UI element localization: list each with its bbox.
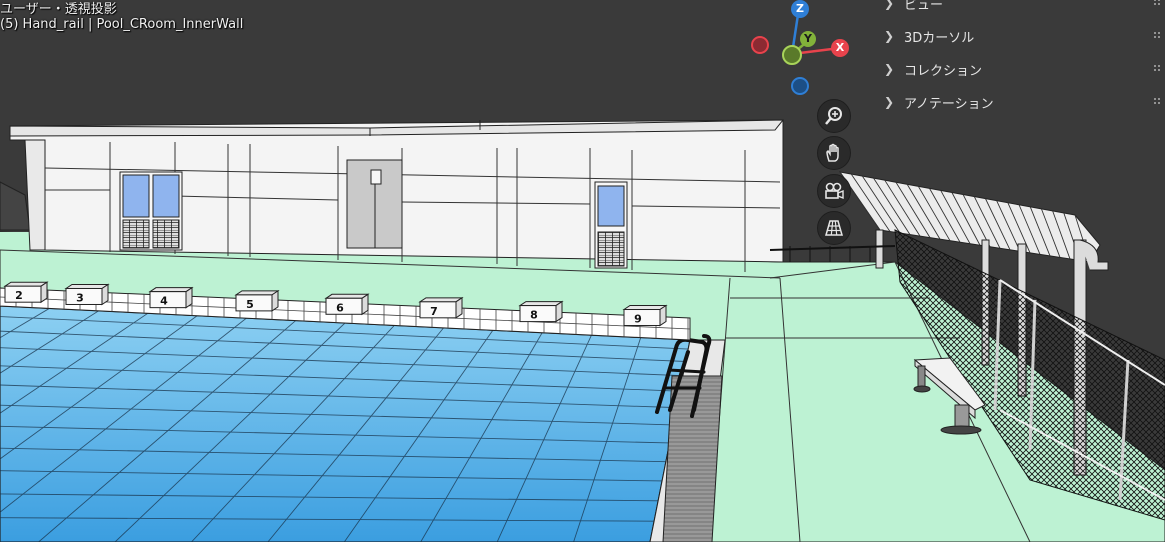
starting-block-number: 9 — [634, 313, 642, 326]
panel-collection[interactable]: ❯ コレクション — [874, 55, 1165, 83]
panel-3d-cursor[interactable]: ❯ 3Dカーソル — [874, 22, 1165, 50]
starting-block-4: 4 — [148, 286, 194, 309]
starting-block-number: 2 — [15, 289, 23, 302]
chevron-right-icon: ❯ — [884, 0, 895, 10]
starting-block-number: 4 — [160, 295, 168, 308]
camera-view-button[interactable] — [817, 174, 851, 208]
starting-block-3: 3 — [64, 283, 110, 306]
pan-button[interactable] — [817, 136, 851, 170]
starting-block-8: 8 — [518, 300, 564, 323]
hand-pan-icon — [826, 143, 839, 162]
starting-block-2: 2 — [3, 281, 49, 304]
active-object-label: (5) Hand_rail | Pool_CRoom_InnerWall — [0, 17, 244, 32]
panel-collection-label: コレクション — [904, 63, 983, 79]
gizmo-neg-y-axis[interactable] — [782, 45, 802, 65]
panel-view[interactable]: ❯ ビュー — [874, 0, 1165, 17]
view-mode-label: ユーザー・透視投影 — [0, 2, 117, 17]
perspective-toggle-button[interactable] — [817, 211, 851, 245]
gizmo-neg-x-axis[interactable] — [751, 36, 769, 54]
drag-handle-icon[interactable] — [1153, 0, 1161, 6]
chevron-right-icon: ❯ — [884, 62, 895, 76]
chevron-right-icon: ❯ — [884, 95, 895, 109]
drag-handle-icon[interactable] — [1153, 97, 1161, 105]
panel-annotation[interactable]: ❯ アノテーション — [874, 88, 1165, 116]
starting-block-6: 6 — [324, 293, 370, 316]
starting-block-number: 5 — [246, 298, 254, 311]
starting-block-number: 7 — [430, 305, 438, 318]
starting-block-number: 8 — [530, 309, 538, 322]
gizmo-z-axis[interactable]: Z — [791, 0, 809, 18]
gizmo-y-axis[interactable]: Y — [800, 31, 816, 47]
chevron-right-icon: ❯ — [884, 29, 895, 43]
starting-block-7: 7 — [418, 296, 464, 319]
panel-3d-cursor-label: 3Dカーソル — [904, 30, 975, 46]
3d-viewport[interactable]: 2 3 4 5 6 7 8 9 ユーザー・透視投影 (5) Hand_rail | Pool_… — [0, 0, 1165, 542]
panel-annotation-label: アノテーション — [904, 96, 994, 112]
navigation-gizmo[interactable]: Z X Y — [745, 0, 860, 100]
starting-block-5: 5 — [234, 289, 280, 312]
camera-icon — [825, 182, 844, 200]
zoom-button[interactable] — [817, 99, 851, 133]
zoom-icon — [825, 107, 842, 125]
gizmo-x-axis[interactable]: X — [831, 39, 849, 57]
starting-block-9: 9 — [622, 304, 668, 327]
drag-handle-icon[interactable] — [1153, 64, 1161, 72]
grid-perspective-icon — [825, 220, 843, 236]
starting-block-number: 6 — [336, 301, 344, 314]
starting-block-number: 3 — [76, 291, 84, 304]
panel-view-label: ビュー — [904, 0, 944, 13]
gizmo-neg-z-axis[interactable] — [791, 77, 809, 95]
drag-handle-icon[interactable] — [1153, 31, 1161, 39]
